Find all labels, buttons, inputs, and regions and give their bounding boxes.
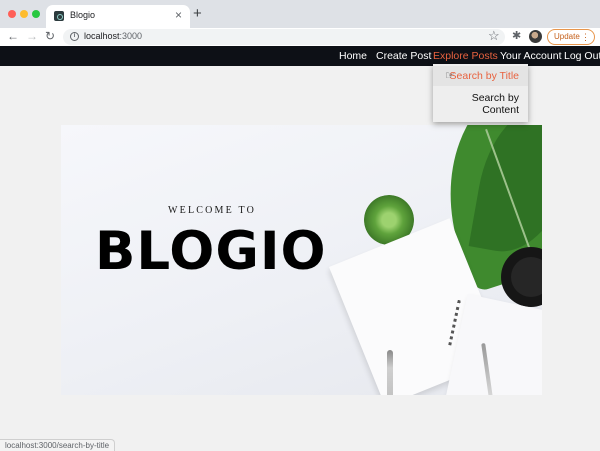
reload-icon[interactable]: ↻ <box>45 29 55 43</box>
nav-home[interactable]: Home <box>339 50 367 62</box>
tab-title: Blogio <box>70 10 96 20</box>
site-navbar: Home Create Post Explore Posts Your Acco… <box>0 46 600 66</box>
url-host: localhost <box>84 31 120 41</box>
hero-brand-title: BLOGIO <box>95 221 327 282</box>
info-icon[interactable]: i <box>70 32 79 41</box>
minimize-window-button[interactable] <box>20 10 28 18</box>
address-bar[interactable]: i localhost:3000 <box>63 29 505 45</box>
profile-avatar[interactable] <box>529 30 542 43</box>
browser-titlebar: Blogio × + <box>0 0 600 28</box>
nav-explore-posts[interactable]: Explore Posts <box>433 50 498 62</box>
arrow-left-icon[interactable]: ← <box>7 29 19 43</box>
kebab-menu-icon[interactable]: ⋮ <box>581 30 590 44</box>
update-label: Update <box>554 32 580 41</box>
close-window-button[interactable] <box>8 10 16 18</box>
hero-tagline: WELCOME TO <box>168 205 257 216</box>
update-button[interactable]: Update ⋮ <box>547 29 595 45</box>
hand-pointer-icon: ☞ <box>445 70 455 82</box>
nav-your-account[interactable]: Your Account <box>500 50 562 62</box>
nav-create-post[interactable]: Create Post <box>376 50 431 62</box>
browser-toolbar: ← → ↻ i localhost:3000 ☆ ✱ Update ⋮ <box>0 28 600 46</box>
browser-tab[interactable]: Blogio × <box>46 5 190 28</box>
puzzle-icon[interactable]: ✱ <box>512 29 521 42</box>
pen-decoration <box>387 350 393 395</box>
new-tab-icon[interactable]: + <box>193 6 202 22</box>
address-url[interactable]: localhost:3000 <box>84 31 142 41</box>
maximize-window-button[interactable] <box>32 10 40 18</box>
tab-close-icon[interactable]: × <box>175 8 182 22</box>
nav-log-out[interactable]: Log Out <box>564 50 600 62</box>
hero-banner: WELCOME TO BLOGIO <box>61 125 542 395</box>
favicon-icon <box>54 11 64 21</box>
arrow-right-icon[interactable]: → <box>26 29 38 43</box>
status-bar-url: localhost:3000/search-by-title <box>0 439 116 451</box>
url-port: :3000 <box>119 31 143 41</box>
dropdown-item-search-by-content[interactable]: Search by Content <box>433 92 528 120</box>
star-icon[interactable]: ☆ <box>488 28 500 44</box>
